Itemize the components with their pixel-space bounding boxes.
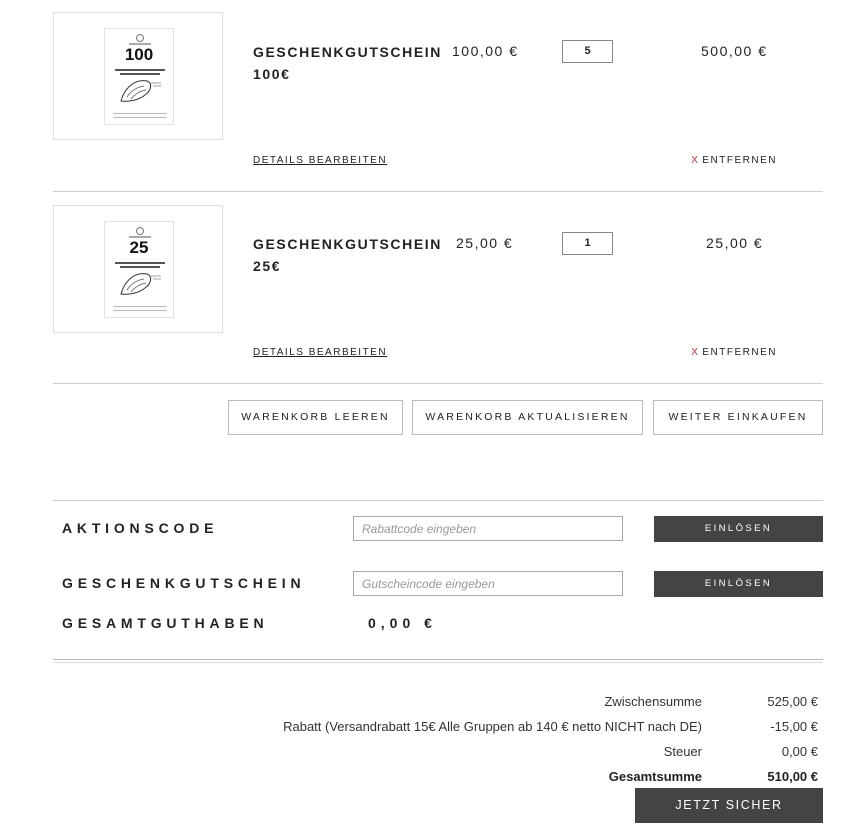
edit-details-link[interactable]: DETAILS BEARBEITEN [253,155,387,166]
brand-logo-icon [136,34,144,42]
remove-item-button[interactable]: X ENTFERNEN [691,155,777,166]
tax-label: Steuer [663,744,702,759]
giftcard-label: GESCHENKGUTSCHEIN [62,575,306,591]
continue-shopping-button[interactable]: WEITER EINKAUFEN [653,400,823,435]
divider [53,500,823,501]
divider [53,662,823,663]
card-value: 25 [129,238,149,257]
illustration-icon [120,273,161,295]
checkout-button[interactable]: JETZT SICHER BEZAHLEN [635,788,823,823]
giftcard-thumbnail: 25 [104,221,174,318]
promo-code-label: AKTIONSCODE [62,520,219,536]
promo-code-input[interactable] [353,516,623,541]
divider [53,383,823,384]
update-cart-button[interactable]: WARENKORB AKTUALISIEREN [412,400,643,435]
redeem-giftcard-button[interactable]: EINLÖSEN [654,571,823,597]
grand-total-label: Gesamtsumme [608,769,702,784]
discount-label: Rabatt (Versandrabatt 15€ Alle Gruppen a… [283,719,702,734]
illustration-icon [120,80,161,102]
quantity-input[interactable]: 1 [562,232,613,255]
product-name[interactable]: GESCHENKGUTSCHEIN 100€ [253,41,442,85]
redeem-promo-button[interactable]: EINLÖSEN [654,516,823,542]
cart-item: 25 GESCHENKGUTSCHEIN 25€ 25,00 € 1 25,00… [53,205,823,375]
discount-value: -15,00 € [770,719,818,734]
giftcard-code-input[interactable] [353,571,623,596]
subtotal-value: 525,00 € [767,694,818,709]
row-subtotal: 25,00 € [706,235,764,251]
product-name[interactable]: GESCHENKGUTSCHEIN 25€ [253,233,442,277]
brand-logo-icon [136,227,144,235]
unit-price: 25,00 € [456,235,514,251]
remove-item-button[interactable]: X ENTFERNEN [691,347,777,358]
cart-item: 100 GESCHENKGUTSCHEIN 100€ 100,00 € 5 50… [53,12,823,182]
quantity-input[interactable]: 5 [562,40,613,63]
tax-value: 0,00 € [781,744,818,759]
balance-value: 0,00 € [368,615,437,631]
divider [53,659,823,660]
card-value: 100 [124,45,154,64]
close-icon: X [691,155,700,166]
unit-price: 100,00 € [452,43,519,59]
product-image[interactable]: 25 [53,205,223,333]
close-icon: X [691,347,700,358]
grand-total-value: 510,00 € [767,769,818,784]
balance-label: GESAMTGUTHABEN [62,615,269,631]
edit-details-link[interactable]: DETAILS BEARBEITEN [253,347,387,358]
product-image[interactable]: 100 [53,12,223,140]
divider [53,191,823,192]
subtotal-label: Zwischensumme [604,694,702,709]
giftcard-thumbnail: 100 [104,28,174,125]
row-subtotal: 500,00 € [701,43,768,59]
clear-cart-button[interactable]: WARENKORB LEEREN [228,400,403,435]
